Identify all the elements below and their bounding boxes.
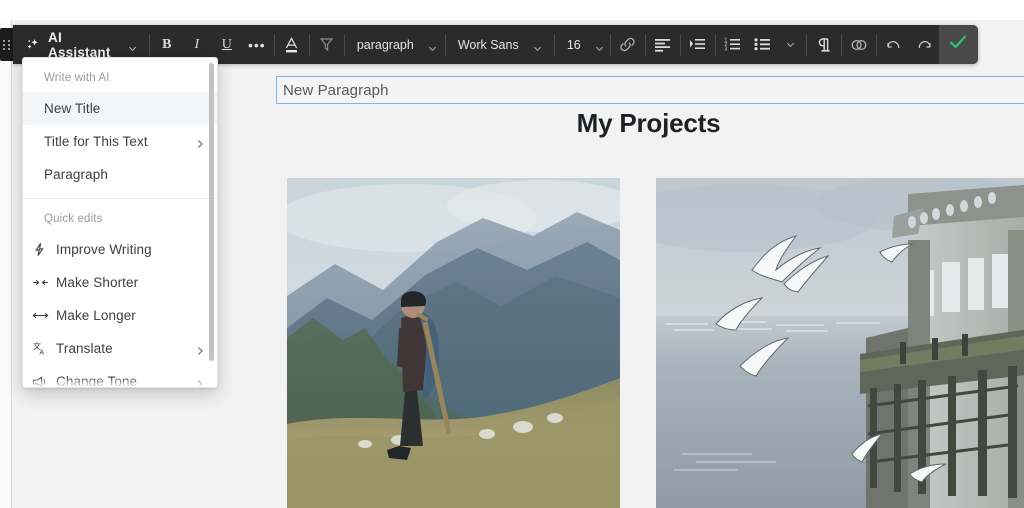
bold-icon: B — [162, 36, 172, 52]
menu-item-make-longer[interactable]: Make Longer — [23, 299, 217, 332]
menu-item-label: Make Shorter — [56, 275, 139, 290]
paragraph-text-value: New Paragraph — [283, 81, 389, 99]
font-size-select[interactable]: 16 — [557, 25, 608, 64]
toolbar-divider — [644, 33, 646, 56]
lightning-bolt-icon — [32, 242, 56, 257]
toolbar-divider — [444, 33, 446, 56]
undo-icon — [885, 38, 903, 52]
bulleted-list-icon — [754, 37, 771, 52]
chevron-down-icon — [533, 40, 542, 52]
image-row — [276, 178, 1024, 508]
sparkles-icon — [25, 37, 41, 53]
project-image-shepherd[interactable] — [287, 178, 620, 508]
toolbar-divider — [679, 33, 681, 56]
menu-item-label: Paragraph — [44, 167, 108, 182]
arrows-inward-icon — [32, 276, 56, 289]
anchor-link-button[interactable] — [844, 30, 874, 60]
redo-icon — [915, 38, 933, 52]
toolbar-divider — [714, 33, 716, 56]
chevron-down-icon — [428, 40, 437, 52]
toolbar-divider — [273, 33, 275, 56]
menu-item-new-title[interactable]: New Title — [23, 92, 217, 125]
undo-button[interactable] — [879, 30, 909, 60]
insert-link-button[interactable] — [613, 30, 643, 60]
menu-section-quick-edits: Quick edits — [44, 213, 103, 225]
menu-item-make-shorter[interactable]: Make Shorter — [23, 266, 217, 299]
paragraph-style-value: paragraph — [356, 37, 414, 52]
bulleted-list-button[interactable] — [748, 30, 778, 60]
anchor-link-icon — [850, 38, 868, 52]
menu-item-improve-writing[interactable]: Improve Writing — [23, 233, 217, 266]
more-formatting-button[interactable]: ••• — [242, 30, 272, 60]
menu-scrollbar-thumb[interactable] — [209, 63, 214, 361]
svg-text:A: A — [39, 350, 44, 356]
italic-button[interactable]: I — [182, 30, 212, 60]
menu-item-label: Make Longer — [56, 308, 136, 323]
menu-item-label: New Title — [44, 101, 101, 116]
font-family-select[interactable]: Work Sans — [448, 25, 552, 64]
chevron-right-icon — [195, 137, 205, 148]
shepherd-photo-art — [287, 178, 620, 508]
translate-icon: 文 A — [32, 341, 56, 356]
ellipsis-icon: ••• — [247, 36, 266, 53]
menu-item-paragraph[interactable]: Paragraph — [23, 158, 217, 191]
confirm-button[interactable] — [938, 25, 978, 64]
toolbar-divider — [875, 33, 877, 56]
underline-icon: U — [221, 36, 232, 52]
clear-formatting-button[interactable] — [312, 30, 342, 60]
indent-button[interactable] — [683, 30, 713, 60]
menu-section-write-with-ai: Write with AI — [44, 72, 110, 84]
text-color-button[interactable] — [277, 30, 307, 60]
pilcrow-icon — [816, 37, 832, 53]
toolbar-divider — [308, 33, 310, 56]
toolbar-divider — [805, 33, 807, 56]
underline-button[interactable]: U — [212, 30, 242, 60]
ai-assistant-label: AI Assistant — [48, 29, 111, 60]
menu-item-translate[interactable]: 文 A Translate — [23, 332, 217, 365]
app-root: New Paragraph My Projects AI Assistant B… — [0, 0, 1024, 508]
toolbar-divider — [343, 33, 345, 56]
chevron-down-icon — [595, 40, 604, 52]
menu-scrollbar[interactable] — [209, 63, 214, 381]
link-icon — [619, 36, 636, 53]
menu-item-label: Title for This Text — [44, 134, 148, 149]
menu-item-label: Improve Writing — [56, 242, 152, 257]
ordered-list-icon: 123 — [724, 37, 741, 52]
chevron-right-icon — [195, 344, 205, 355]
list-options-button[interactable] — [778, 30, 804, 60]
align-left-icon — [654, 37, 671, 52]
bold-button[interactable]: B — [152, 30, 182, 60]
toolbar-divider — [840, 33, 842, 56]
toolbar-divider — [148, 33, 150, 56]
ordered-list-button[interactable]: 123 — [718, 30, 748, 60]
menu-item-title-for-this-text[interactable]: Title for This Text — [23, 125, 217, 158]
align-left-button[interactable] — [648, 30, 678, 60]
text-color-icon — [283, 36, 300, 54]
arrows-outward-icon — [32, 309, 56, 322]
paragraph-style-select[interactable]: paragraph — [347, 25, 443, 64]
paragraph-text-field[interactable]: New Paragraph — [276, 76, 1024, 104]
chevron-down-icon — [786, 40, 795, 49]
svg-text:3: 3 — [725, 46, 728, 52]
toolbar-divider — [609, 33, 611, 56]
font-size-value: 16 — [566, 37, 581, 52]
seagulls-photo-art — [656, 178, 1024, 508]
toolbar-drag-handle[interactable] — [0, 28, 13, 61]
ai-assistant-menu: Write with AI New Title Title for This T… — [22, 57, 218, 388]
left-gutter — [0, 20, 12, 508]
drag-handle-icon — [2, 39, 11, 50]
indent-icon — [689, 37, 706, 52]
menu-bottom-fade — [23, 377, 217, 387]
font-family-value: Work Sans — [457, 37, 519, 52]
check-icon — [948, 33, 968, 56]
redo-button[interactable] — [909, 30, 939, 60]
clear-formatting-icon — [318, 36, 335, 53]
menu-item-label: Translate — [56, 341, 113, 356]
italic-icon: I — [194, 36, 200, 52]
page-title: My Projects — [576, 108, 721, 138]
project-image-seagulls[interactable] — [656, 178, 1024, 508]
toolbar-divider — [553, 33, 555, 56]
chevron-down-icon — [128, 40, 137, 52]
paragraph-marks-button[interactable] — [809, 30, 839, 60]
